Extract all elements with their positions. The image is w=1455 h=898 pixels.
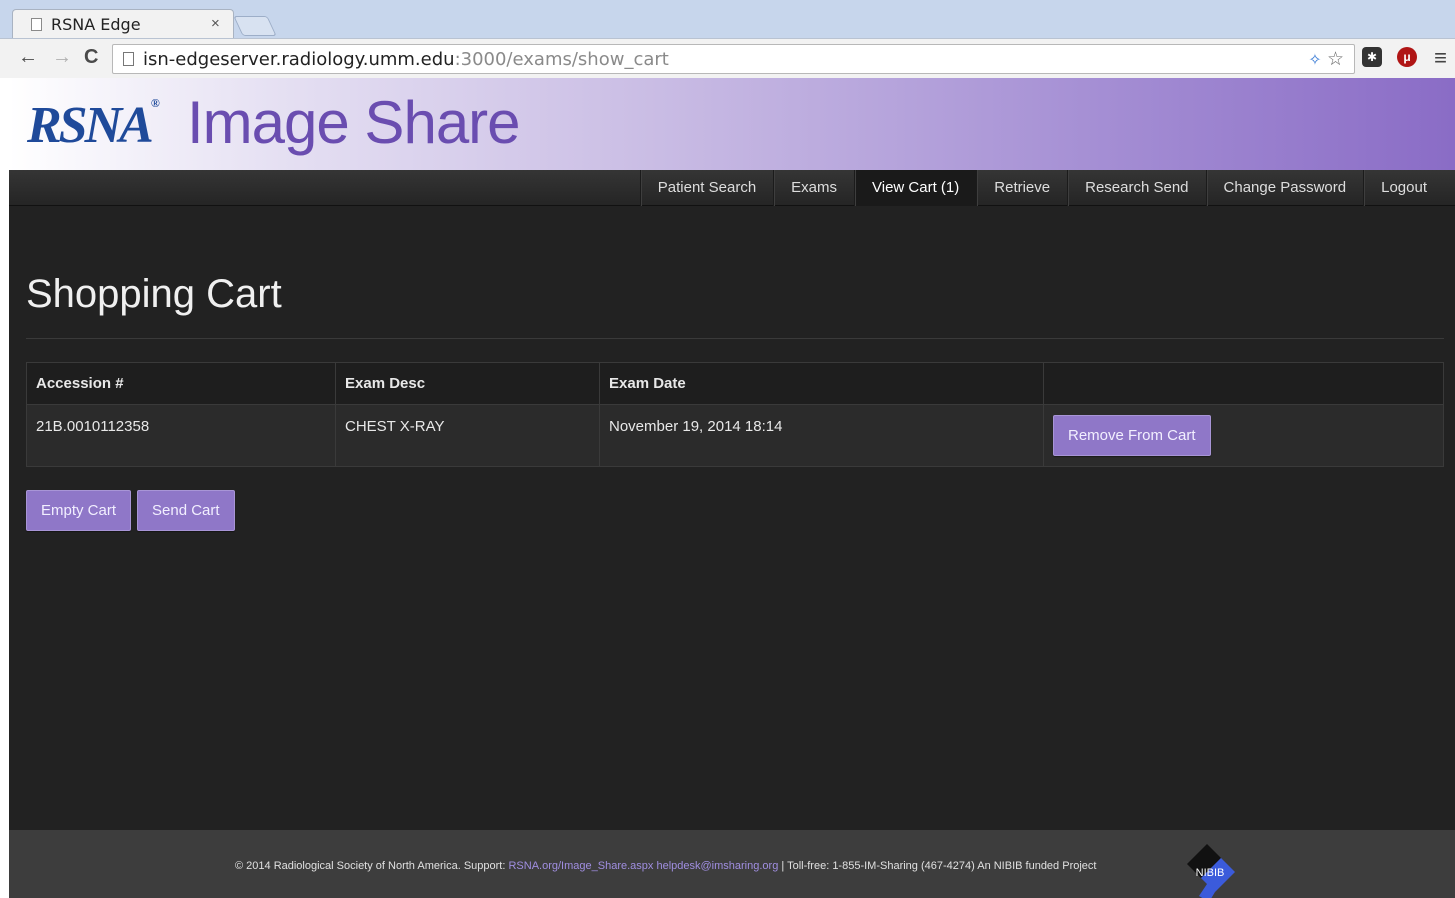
cell-exam-date: November 19, 2014 18:14 bbox=[599, 404, 1044, 467]
address-bar[interactable]: isn-edgeserver.radiology.umm.edu:3000/ex… bbox=[112, 44, 1355, 74]
footer: © 2014 Radiological Society of North Ame… bbox=[9, 830, 1455, 898]
chrome-menu-icon[interactable]: ≡ bbox=[1434, 45, 1447, 71]
helpdesk-email-link[interactable]: helpdesk@imsharing.org bbox=[656, 860, 778, 872]
divider bbox=[26, 338, 1444, 339]
ublock-icon[interactable]: μ bbox=[1397, 47, 1417, 67]
new-tab-button[interactable] bbox=[233, 16, 277, 36]
footer-text: © 2014 Radiological Society of North Ame… bbox=[235, 860, 1097, 872]
main-navbar: Patient Search Exams View Cart (1) Retri… bbox=[9, 170, 1455, 206]
forward-icon[interactable]: → bbox=[52, 46, 72, 69]
table-header-row: Accession # Exam Desc Exam Date bbox=[26, 362, 1444, 405]
bookmark-star-icon[interactable]: ☆ bbox=[1327, 49, 1344, 70]
close-icon[interactable]: × bbox=[211, 15, 220, 32]
cart-actions: Empty Cart Send Cart bbox=[26, 490, 235, 531]
header-banner: RSNA® Image Share bbox=[9, 78, 1455, 170]
tab-title: RSNA Edge bbox=[51, 15, 141, 34]
cell-exam-desc: CHEST X-RAY bbox=[335, 404, 600, 467]
nav-item-exams[interactable]: Exams bbox=[773, 170, 854, 206]
extension-puzzle-icon[interactable]: ✧ bbox=[1308, 52, 1321, 69]
nav-item-patient-search[interactable]: Patient Search bbox=[639, 170, 773, 206]
nav-item-view-cart[interactable]: View Cart (1) bbox=[854, 170, 977, 206]
cart-table: Accession # Exam Desc Exam Date 21B.0010… bbox=[26, 362, 1444, 467]
column-header-actions bbox=[1043, 362, 1444, 405]
browser-tab[interactable]: RSNA Edge × bbox=[12, 9, 234, 39]
column-header-exam-desc: Exam Desc bbox=[335, 362, 600, 405]
support-link[interactable]: RSNA.org/Image_Share.aspx bbox=[508, 860, 653, 872]
browser-toolbar: ← → C isn-edgeserver.radiology.umm.edu:3… bbox=[0, 38, 1455, 78]
cell-actions: Remove From Cart bbox=[1043, 404, 1444, 467]
nav-menu: Patient Search Exams View Cart (1) Retri… bbox=[639, 170, 1444, 206]
column-header-accession: Accession # bbox=[26, 362, 336, 405]
product-title: Image Share bbox=[187, 89, 521, 156]
page: RSNA® Image Share Patient Search Exams V… bbox=[9, 78, 1455, 898]
reload-icon[interactable]: C bbox=[84, 46, 98, 69]
url-text: isn-edgeserver.radiology.umm.edu:3000/ex… bbox=[143, 49, 669, 70]
send-cart-button[interactable]: Send Cart bbox=[137, 490, 235, 531]
omnibox-icons: ✧ ☆ bbox=[1308, 48, 1344, 71]
browser-chrome: RSNA Edge × ← → C isn-edgeserver.radiolo… bbox=[0, 0, 1455, 78]
nav-item-research-send[interactable]: Research Send bbox=[1067, 170, 1205, 206]
back-icon[interactable]: ← bbox=[18, 46, 38, 69]
table-row: 21B.0010112358 CHEST X-RAY November 19, … bbox=[26, 404, 1444, 467]
page-icon bbox=[31, 18, 42, 31]
nav-item-change-password[interactable]: Change Password bbox=[1205, 170, 1364, 206]
rsna-logo[interactable]: RSNA® bbox=[27, 96, 160, 155]
nav-item-logout[interactable]: Logout bbox=[1363, 170, 1444, 206]
nav-item-retrieve[interactable]: Retrieve bbox=[976, 170, 1067, 206]
svg-text:NIBIB: NIBIB bbox=[1196, 867, 1225, 879]
page-title: Shopping Cart bbox=[26, 272, 282, 316]
page-icon bbox=[123, 52, 134, 66]
nibib-logo[interactable]: NIBIB bbox=[1185, 840, 1235, 898]
column-header-exam-date: Exam Date bbox=[599, 362, 1044, 405]
extension-icon[interactable]: ✱ bbox=[1362, 47, 1382, 67]
tab-strip: RSNA Edge × bbox=[0, 0, 1455, 39]
cell-accession: 21B.0010112358 bbox=[26, 404, 336, 467]
remove-from-cart-button[interactable]: Remove From Cart bbox=[1053, 415, 1211, 456]
empty-cart-button[interactable]: Empty Cart bbox=[26, 490, 132, 531]
